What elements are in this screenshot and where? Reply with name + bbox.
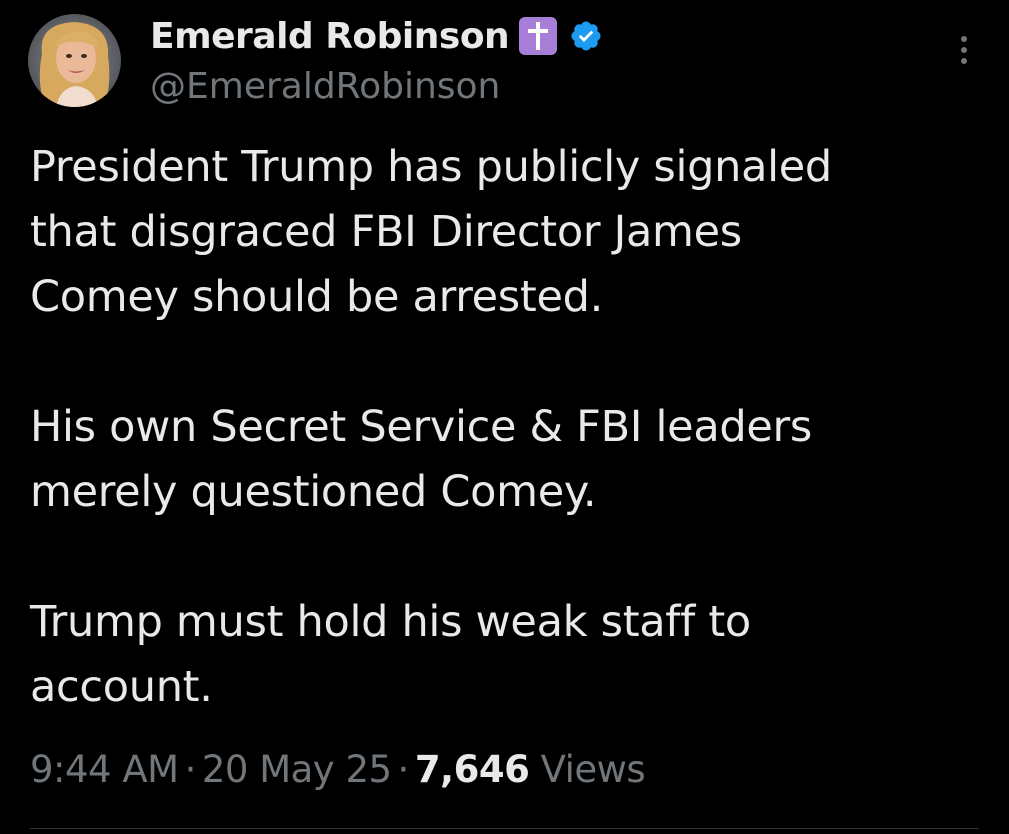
display-name[interactable]: Emerald Robinson	[150, 16, 510, 57]
tweet-paragraph: His own Secret Service & FBI leaders mer…	[30, 402, 813, 517]
divider	[30, 828, 979, 829]
separator: ·	[184, 748, 197, 791]
views-count[interactable]: 7,646	[415, 748, 530, 791]
user-handle[interactable]: @EmeraldRobinson	[150, 66, 500, 107]
more-options-button[interactable]	[948, 30, 980, 70]
tweet-text: President Trump has publicly signaled th…	[30, 135, 985, 720]
more-vertical-icon	[961, 36, 967, 64]
tweet-paragraph: President Trump has publicly signaled th…	[30, 142, 832, 322]
verified-badge-icon[interactable]	[569, 19, 603, 53]
avatar-image	[28, 14, 121, 107]
tweet: Emerald Robinson @EmeraldRobinson Presid…	[0, 0, 1009, 834]
avatar[interactable]	[28, 14, 121, 107]
tweet-time[interactable]: 9:44 AM	[30, 748, 179, 791]
tweet-paragraph: Trump must hold his weak staff to accoun…	[30, 597, 751, 712]
views-label: Views	[540, 748, 646, 791]
name-row: Emerald Robinson	[150, 14, 603, 58]
separator: ·	[397, 748, 410, 791]
tweet-date[interactable]: 20 May 25	[202, 748, 392, 791]
latin-cross-icon	[519, 17, 558, 55]
tweet-metadata: 9:44 AM · 20 May 25 · 7,646 Views	[30, 748, 646, 791]
